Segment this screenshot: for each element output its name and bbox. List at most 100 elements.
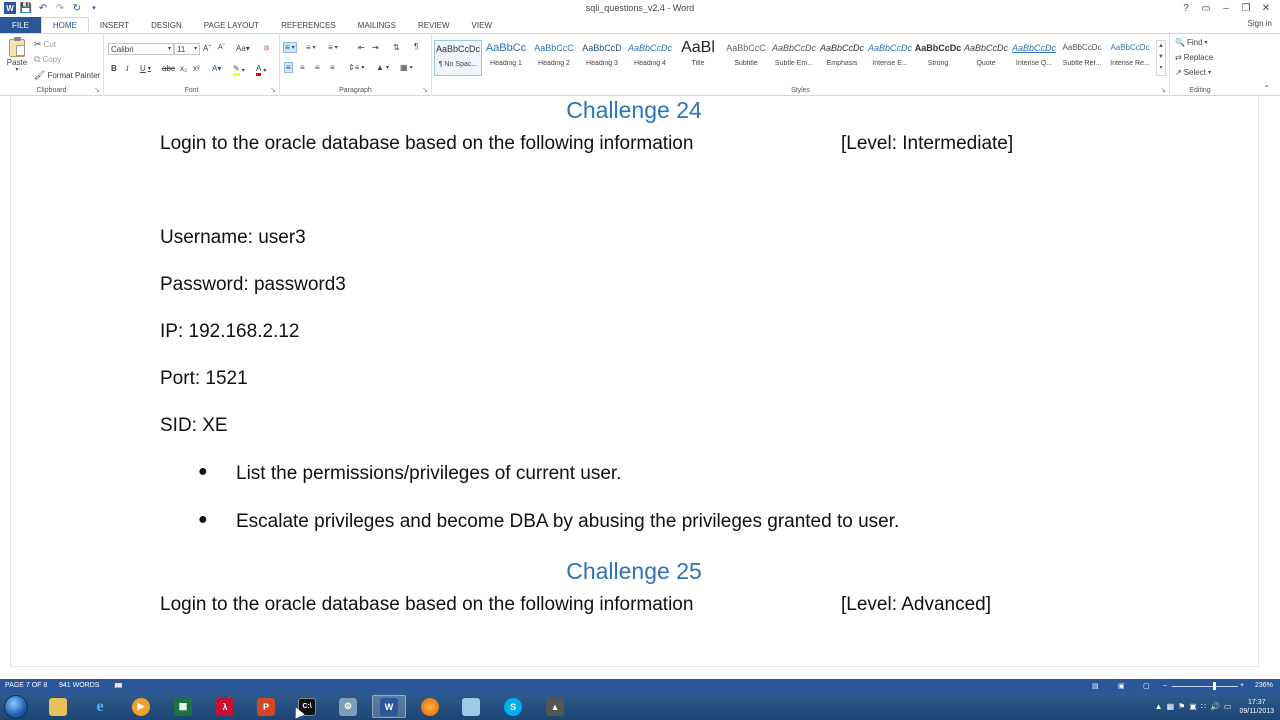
paste-dropdown-icon[interactable]: ▾ bbox=[6, 67, 28, 73]
cut-button[interactable]: ✂ Cut bbox=[34, 39, 56, 50]
style-subtitle[interactable]: AaBbCcC Subtitle bbox=[722, 40, 770, 76]
text-effects-button[interactable]: A▾ bbox=[212, 64, 221, 73]
tab-page-layout[interactable]: PAGE LAYOUT bbox=[193, 17, 270, 33]
tab-file[interactable]: FILE bbox=[0, 17, 41, 33]
tab-insert[interactable]: INSERT bbox=[89, 17, 140, 33]
volume-icon[interactable]: 🔊 bbox=[1210, 702, 1220, 711]
styles-dialog-launcher-icon[interactable]: ↘ bbox=[1160, 86, 1166, 94]
style-heading-1[interactable]: AaBbCc Heading 1 bbox=[482, 40, 530, 76]
shading-button[interactable]: ▲ ▾ bbox=[376, 63, 389, 72]
sign-in-link[interactable]: Sign in bbox=[1248, 19, 1272, 28]
clear-formatting-button[interactable]: ⦻ bbox=[264, 43, 269, 53]
zoom-slider[interactable] bbox=[1172, 686, 1238, 687]
flag-icon[interactable]: ⚑ bbox=[1178, 702, 1185, 711]
select-button[interactable]: ↗ Select ▾ bbox=[1175, 68, 1211, 77]
minimize-button[interactable]: – bbox=[1216, 1, 1236, 15]
font-name-box[interactable]: Calibri ▾ bbox=[108, 43, 174, 55]
font-name-dropdown-icon[interactable]: ▾ bbox=[168, 44, 171, 55]
taskbar-internet-explorer[interactable]: e bbox=[83, 695, 117, 718]
shrink-font-button[interactable]: Aˇ bbox=[218, 44, 225, 51]
replace-button[interactable]: ⇄ Replace bbox=[1175, 53, 1213, 62]
italic-button[interactable]: I bbox=[126, 64, 129, 73]
taskbar-word[interactable]: W bbox=[372, 695, 406, 718]
bullets-button[interactable]: ≡ ▾ bbox=[283, 42, 297, 53]
increase-indent-button[interactable]: ⇥ bbox=[372, 43, 379, 52]
borders-button[interactable]: ▦ ▾ bbox=[400, 63, 413, 72]
display-icon[interactable]: ▣ bbox=[1189, 702, 1197, 711]
style-emphasis[interactable]: AaBbCcDc Emphasis bbox=[818, 40, 866, 76]
font-size-dropdown-icon[interactable]: ▾ bbox=[194, 44, 197, 55]
proofing-icon[interactable]: 📖 bbox=[114, 682, 123, 690]
close-button[interactable]: ✕ bbox=[1256, 1, 1276, 15]
style-intense-quote[interactable]: AaBbCcDc Intense Q... bbox=[1010, 40, 1058, 76]
taskbar-powerpoint[interactable]: P bbox=[249, 695, 283, 718]
taskbar-explorer[interactable] bbox=[41, 695, 75, 718]
zoom-in-icon[interactable]: + bbox=[1240, 682, 1244, 689]
zoom-out-icon[interactable]: – bbox=[1163, 682, 1167, 689]
clipboard-dialog-launcher-icon[interactable]: ↘ bbox=[94, 86, 100, 94]
font-dialog-launcher-icon[interactable]: ↘ bbox=[270, 86, 276, 94]
read-mode-icon[interactable]: ▤ bbox=[1092, 682, 1099, 690]
taskbar-acrobat[interactable]: λ bbox=[208, 695, 242, 718]
show-hide-button[interactable]: ¶ bbox=[414, 42, 418, 51]
word-count[interactable]: 941 WORDS bbox=[59, 682, 99, 689]
format-painter-button[interactable]: 🖌 Format Painter bbox=[34, 70, 100, 81]
strikethrough-button[interactable]: abc bbox=[162, 64, 175, 73]
justify-button[interactable]: ≡ bbox=[330, 63, 335, 72]
tab-references[interactable]: REFERENCES bbox=[270, 17, 347, 33]
start-button[interactable] bbox=[4, 695, 28, 719]
align-right-button[interactable]: ≡ bbox=[315, 63, 320, 72]
web-layout-icon[interactable]: ▢ bbox=[1143, 682, 1150, 690]
underline-button[interactable]: U ▾ bbox=[140, 64, 151, 73]
show-hidden-icons-icon[interactable]: ▲ bbox=[1155, 702, 1163, 711]
tab-mailings[interactable]: MAILINGS bbox=[347, 17, 407, 33]
line-spacing-button[interactable]: ⇕≡ ▾ bbox=[348, 63, 364, 72]
paragraph-dialog-launcher-icon[interactable]: ↘ bbox=[422, 86, 428, 94]
clock[interactable]: 17:37 09/11/2013 bbox=[1239, 698, 1274, 716]
document-area[interactable]: Challenge 24 Login to the oracle databas… bbox=[0, 97, 1280, 679]
restore-button[interactable]: ❐ bbox=[1236, 1, 1256, 15]
style-heading-3[interactable]: AaBbCcD Heading 3 bbox=[578, 40, 626, 76]
zoom-level[interactable]: 236% bbox=[1255, 682, 1273, 689]
bold-button[interactable]: B bbox=[111, 64, 117, 73]
style-heading-2[interactable]: AaBbCcC Heading 2 bbox=[530, 40, 578, 76]
style-intense-emphasis[interactable]: AaBbCcDc Intense E... bbox=[866, 40, 914, 76]
style-intense-reference[interactable]: AaBbCcDc Intense Re... bbox=[1106, 40, 1154, 76]
style-title[interactable]: AaBl Title bbox=[674, 40, 722, 76]
superscript-button[interactable]: x² bbox=[193, 64, 200, 73]
taskbar-firefox[interactable] bbox=[413, 695, 447, 718]
ribbon-display-options-button[interactable]: ▭ bbox=[1196, 1, 1216, 15]
find-button[interactable]: 🔍 Find ▾ bbox=[1175, 38, 1208, 47]
style-quote[interactable]: AaBbCcDc Quote bbox=[962, 40, 1010, 76]
style-heading-4[interactable]: AaBbCcDc Heading 4 bbox=[626, 40, 674, 76]
change-case-button[interactable]: Aa▾ bbox=[236, 44, 250, 53]
subscript-button[interactable]: x₂ bbox=[180, 64, 187, 73]
collapse-ribbon-icon[interactable]: ⌃ bbox=[1263, 84, 1270, 93]
style-strong[interactable]: AaBbCcDc Strong bbox=[914, 40, 962, 76]
taskbar-skype[interactable]: S bbox=[496, 695, 530, 718]
taskbar-excel[interactable]: ▦ bbox=[166, 695, 200, 718]
font-color-button[interactable]: A ▾ bbox=[256, 64, 266, 76]
numbering-button[interactable]: ≡ ▾ bbox=[306, 43, 316, 52]
taskbar-network-app[interactable]: ⚙ bbox=[331, 695, 365, 718]
styles-gallery-scroll[interactable]: ▲ ▼ ▾ bbox=[1156, 40, 1166, 76]
battery-icon[interactable]: ▭ bbox=[1224, 702, 1232, 711]
tab-review[interactable]: REVIEW bbox=[407, 17, 461, 33]
taskbar-notepad[interactable] bbox=[454, 695, 488, 718]
highlight-button[interactable]: ✎ ▾ bbox=[233, 64, 245, 76]
style-subtle-emphasis[interactable]: AaBbCcDc Subtle Em... bbox=[770, 40, 818, 76]
zoom-slider-thumb[interactable] bbox=[1213, 682, 1216, 690]
help-button[interactable]: ? bbox=[1176, 1, 1196, 15]
tab-design[interactable]: DESIGN bbox=[140, 17, 193, 33]
style-subtle-reference[interactable]: AaBbCcDc Subtle Ref... bbox=[1058, 40, 1106, 76]
taskbar-terminal-app[interactable]: ▲ bbox=[538, 695, 572, 718]
multilevel-list-button[interactable]: ≡ ▾ bbox=[328, 43, 338, 52]
network-tray-icon[interactable]: ▦ bbox=[1167, 702, 1175, 711]
tab-home[interactable]: HOME bbox=[40, 17, 89, 33]
font-size-box[interactable]: 11 ▾ bbox=[174, 43, 200, 55]
sort-button[interactable]: ⇅ bbox=[393, 43, 400, 52]
align-left-button[interactable]: ≡ bbox=[284, 62, 293, 73]
taskbar-media-player[interactable]: ▶ bbox=[124, 695, 158, 718]
wifi-icon[interactable]: ∷ bbox=[1201, 702, 1206, 711]
paste-button[interactable]: Paste ▾ bbox=[6, 37, 28, 73]
